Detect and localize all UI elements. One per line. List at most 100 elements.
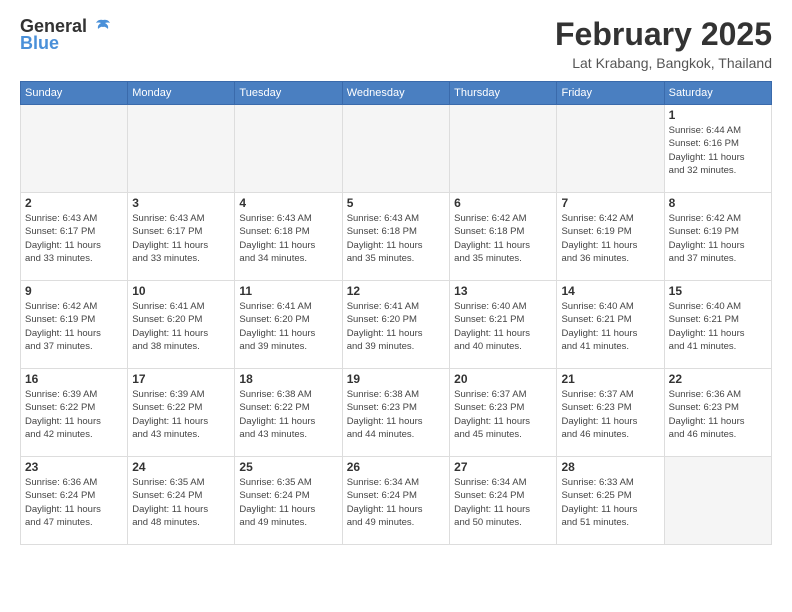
day-info: Sunrise: 6:39 AM Sunset: 6:22 PM Dayligh… <box>132 388 230 441</box>
calendar-cell: 12Sunrise: 6:41 AM Sunset: 6:20 PM Dayli… <box>342 281 449 369</box>
calendar-cell: 24 Sunrise: 6:35 AM Sunset: 6:24 PM Dayli… <box>128 457 235 545</box>
page: General Blue February 2025 Lat Krabang, … <box>0 0 792 612</box>
day-info: Sunrise: 6:35 AM Sunset: 6:24 PM Dayligh… <box>132 476 230 529</box>
calendar-table: SundayMondayTuesdayWednesdayThursdayFrid… <box>20 81 772 545</box>
calendar-cell <box>450 105 557 193</box>
calendar-cell: 20 Sunrise: 6:37 AM Sunset: 6:23 PM Dayli… <box>450 369 557 457</box>
day-number: 21 <box>561 372 659 386</box>
day-info: Sunrise: 6:36 AM Sunset: 6:23 PM Dayligh… <box>669 388 767 441</box>
day-info: Sunrise: 6:40 AM Sunset: 6:21 PM Dayligh… <box>454 300 552 353</box>
day-number: 9 <box>25 284 123 298</box>
day-info: Sunrise: 6:38 AM Sunset: 6:23 PM Dayligh… <box>347 388 445 441</box>
day-number: 5 <box>347 196 445 210</box>
day-number: 16 <box>25 372 123 386</box>
calendar-cell: 23 Sunrise: 6:36 AM Sunset: 6:24 PM Dayli… <box>21 457 128 545</box>
day-info: Sunrise: 6:37 AM Sunset: 6:23 PM Dayligh… <box>561 388 659 441</box>
calendar-cell: 5Sunrise: 6:43 AM Sunset: 6:18 PM Daylig… <box>342 193 449 281</box>
calendar-header-row: SundayMondayTuesdayWednesdayThursdayFrid… <box>21 82 772 105</box>
day-number: 23 <box>25 460 123 474</box>
day-info: Sunrise: 6:41 AM Sunset: 6:20 PM Dayligh… <box>132 300 230 353</box>
calendar-cell: 2Sunrise: 6:43 AM Sunset: 6:17 PM Daylig… <box>21 193 128 281</box>
day-info: Sunrise: 6:37 AM Sunset: 6:23 PM Dayligh… <box>454 388 552 441</box>
calendar-cell: 22 Sunrise: 6:36 AM Sunset: 6:23 PM Dayli… <box>664 369 771 457</box>
logo-bird-icon <box>94 18 112 36</box>
day-number: 18 <box>239 372 337 386</box>
day-info: Sunrise: 6:35 AM Sunset: 6:24 PM Dayligh… <box>239 476 337 529</box>
location: Lat Krabang, Bangkok, Thailand <box>555 55 772 71</box>
day-info: Sunrise: 6:41 AM Sunset: 6:20 PM Dayligh… <box>239 300 337 353</box>
day-info: Sunrise: 6:40 AM Sunset: 6:21 PM Dayligh… <box>561 300 659 353</box>
day-number: 26 <box>347 460 445 474</box>
day-number: 19 <box>347 372 445 386</box>
calendar-cell: 4Sunrise: 6:43 AM Sunset: 6:18 PM Daylig… <box>235 193 342 281</box>
calendar-day-header: Saturday <box>664 82 771 105</box>
day-number: 4 <box>239 196 337 210</box>
calendar-cell <box>128 105 235 193</box>
calendar-day-header: Tuesday <box>235 82 342 105</box>
calendar-cell: 13 Sunrise: 6:40 AM Sunset: 6:21 PM Dayli… <box>450 281 557 369</box>
day-number: 15 <box>669 284 767 298</box>
calendar-cell: 10 Sunrise: 6:41 AM Sunset: 6:20 PM Dayli… <box>128 281 235 369</box>
logo: General Blue <box>20 16 112 54</box>
day-number: 28 <box>561 460 659 474</box>
calendar-week-row: 1Sunrise: 6:44 AM Sunset: 6:16 PM Daylig… <box>21 105 772 193</box>
calendar-cell: 27 Sunrise: 6:34 AM Sunset: 6:24 PM Dayli… <box>450 457 557 545</box>
calendar-cell <box>235 105 342 193</box>
day-info: Sunrise: 6:43 AM Sunset: 6:17 PM Dayligh… <box>132 212 230 265</box>
calendar-cell: 15 Sunrise: 6:40 AM Sunset: 6:21 PM Dayli… <box>664 281 771 369</box>
calendar-week-row: 9Sunrise: 6:42 AM Sunset: 6:19 PM Daylig… <box>21 281 772 369</box>
calendar-cell <box>557 105 664 193</box>
day-number: 6 <box>454 196 552 210</box>
calendar-day-header: Friday <box>557 82 664 105</box>
day-info: Sunrise: 6:33 AM Sunset: 6:25 PM Dayligh… <box>561 476 659 529</box>
day-number: 11 <box>239 284 337 298</box>
calendar-week-row: 23 Sunrise: 6:36 AM Sunset: 6:24 PM Dayli… <box>21 457 772 545</box>
day-info: Sunrise: 6:36 AM Sunset: 6:24 PM Dayligh… <box>25 476 123 529</box>
calendar-cell: 28 Sunrise: 6:33 AM Sunset: 6:25 PM Dayli… <box>557 457 664 545</box>
day-info: Sunrise: 6:34 AM Sunset: 6:24 PM Dayligh… <box>454 476 552 529</box>
calendar-week-row: 2Sunrise: 6:43 AM Sunset: 6:17 PM Daylig… <box>21 193 772 281</box>
day-number: 3 <box>132 196 230 210</box>
calendar-cell <box>664 457 771 545</box>
calendar-day-header: Wednesday <box>342 82 449 105</box>
day-number: 17 <box>132 372 230 386</box>
month-title: February 2025 <box>555 16 772 53</box>
calendar-cell: 16 Sunrise: 6:39 AM Sunset: 6:22 PM Dayli… <box>21 369 128 457</box>
calendar-cell: 9Sunrise: 6:42 AM Sunset: 6:19 PM Daylig… <box>21 281 128 369</box>
calendar-cell <box>21 105 128 193</box>
day-info: Sunrise: 6:39 AM Sunset: 6:22 PM Dayligh… <box>25 388 123 441</box>
header: General Blue February 2025 Lat Krabang, … <box>20 16 772 71</box>
day-number: 25 <box>239 460 337 474</box>
day-number: 10 <box>132 284 230 298</box>
day-number: 7 <box>561 196 659 210</box>
calendar-cell: 14Sunrise: 6:40 AM Sunset: 6:21 PM Dayli… <box>557 281 664 369</box>
calendar-cell: 11 Sunrise: 6:41 AM Sunset: 6:20 PM Dayli… <box>235 281 342 369</box>
day-info: Sunrise: 6:34 AM Sunset: 6:24 PM Dayligh… <box>347 476 445 529</box>
calendar-cell: 7 Sunrise: 6:42 AM Sunset: 6:19 PM Daylig… <box>557 193 664 281</box>
calendar-cell: 17 Sunrise: 6:39 AM Sunset: 6:22 PM Dayli… <box>128 369 235 457</box>
calendar-day-header: Sunday <box>21 82 128 105</box>
calendar-week-row: 16 Sunrise: 6:39 AM Sunset: 6:22 PM Dayli… <box>21 369 772 457</box>
day-number: 22 <box>669 372 767 386</box>
day-number: 27 <box>454 460 552 474</box>
calendar-cell: 21 Sunrise: 6:37 AM Sunset: 6:23 PM Dayli… <box>557 369 664 457</box>
day-number: 24 <box>132 460 230 474</box>
day-info: Sunrise: 6:38 AM Sunset: 6:22 PM Dayligh… <box>239 388 337 441</box>
day-number: 13 <box>454 284 552 298</box>
calendar-cell: 26 Sunrise: 6:34 AM Sunset: 6:24 PM Dayli… <box>342 457 449 545</box>
day-info: Sunrise: 6:42 AM Sunset: 6:19 PM Dayligh… <box>561 212 659 265</box>
day-info: Sunrise: 6:40 AM Sunset: 6:21 PM Dayligh… <box>669 300 767 353</box>
day-info: Sunrise: 6:43 AM Sunset: 6:17 PM Dayligh… <box>25 212 123 265</box>
calendar-cell: 8Sunrise: 6:42 AM Sunset: 6:19 PM Daylig… <box>664 193 771 281</box>
day-info: Sunrise: 6:44 AM Sunset: 6:16 PM Dayligh… <box>669 124 767 177</box>
day-info: Sunrise: 6:41 AM Sunset: 6:20 PM Dayligh… <box>347 300 445 353</box>
day-number: 8 <box>669 196 767 210</box>
title-section: February 2025 Lat Krabang, Bangkok, Thai… <box>555 16 772 71</box>
calendar-day-header: Thursday <box>450 82 557 105</box>
logo-blue-text: Blue <box>20 33 59 54</box>
calendar-cell: 25 Sunrise: 6:35 AM Sunset: 6:24 PM Dayli… <box>235 457 342 545</box>
calendar-cell: 1Sunrise: 6:44 AM Sunset: 6:16 PM Daylig… <box>664 105 771 193</box>
calendar-cell <box>342 105 449 193</box>
day-number: 20 <box>454 372 552 386</box>
calendar-cell: 3 Sunrise: 6:43 AM Sunset: 6:17 PM Daylig… <box>128 193 235 281</box>
